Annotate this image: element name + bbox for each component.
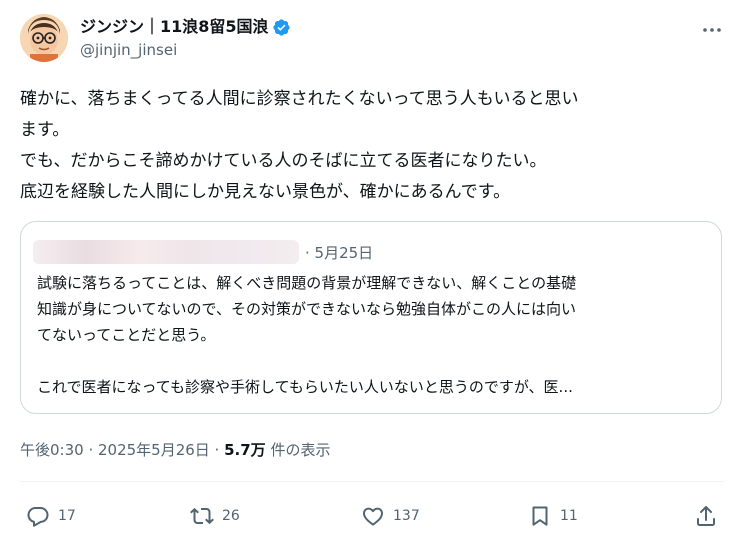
- divider: [20, 481, 724, 482]
- blurred-author: [33, 240, 299, 264]
- like-button[interactable]: 137: [361, 500, 420, 532]
- quoted-post-text: 試験に落ちるってことは、解くべき問題の背景が理解できない、解くことの基礎 知識が…: [37, 270, 713, 400]
- repost-count: 26: [222, 508, 240, 524]
- post-line: 確かに、落ちまくってる人間に診察されたくないって思う人もいると思い: [20, 89, 579, 109]
- reply-button[interactable]: 17: [26, 500, 76, 532]
- post-timestamp[interactable]: 午後0:30 · 2025年5月26日 ·: [20, 441, 224, 459]
- post-line: 底辺を経験した人間にしか見えない景色が、確かにあるんです。: [20, 182, 511, 202]
- post-header: ジンジン｜11浪8留5国浪 @jinjin_jinsei: [20, 12, 724, 68]
- bookmark-count: 11: [560, 508, 578, 524]
- avatar[interactable]: [20, 14, 68, 62]
- author-info: ジンジン｜11浪8留5国浪 @jinjin_jinsei: [80, 16, 291, 60]
- quoted-line: [37, 348, 713, 374]
- like-count: 137: [393, 508, 420, 524]
- quoted-line: てないってことだと思う。: [37, 326, 216, 344]
- post-text: 確かに、落ちまくってる人間に診察されたくないって思う人もいると思い ます。 でも…: [20, 84, 724, 208]
- views-label: 件の表示: [265, 441, 331, 459]
- author-handle[interactable]: @jinjin_jinsei: [80, 40, 291, 60]
- action-bar: 17 26 137 11: [20, 500, 724, 532]
- display-name[interactable]: ジンジン｜11浪8留5国浪: [80, 16, 269, 38]
- quoted-post[interactable]: · 5月25日 試験に落ちるってことは、解くべき問題の背景が理解できない、解くこ…: [20, 221, 722, 414]
- post-line: でも、だからこそ諦めかけている人のそばに立てる医者になりたい。: [20, 151, 547, 171]
- post-metadata: 午後0:30 · 2025年5月26日 · 5.7万 件の表示: [20, 439, 330, 460]
- like-icon: [363, 507, 383, 526]
- bookmark-icon: [532, 506, 548, 526]
- share-icon: [697, 506, 715, 526]
- bookmark-button[interactable]: 11: [528, 500, 578, 532]
- verified-badge-icon[interactable]: [272, 18, 291, 37]
- quoted-line: 試験に落ちるってことは、解くべき問題の背景が理解できない、解くことの基礎: [37, 274, 577, 292]
- post-line: ます。: [20, 120, 70, 140]
- share-button[interactable]: [694, 500, 718, 532]
- views-count: 5.7万: [224, 441, 266, 459]
- quoted-line: これで医者になっても診察や手術してもらいたい人いないと思うのですが、医...: [37, 378, 573, 396]
- repost-button[interactable]: 26: [190, 500, 240, 532]
- quoted-line: 知識が身についてないので、その対策ができないなら勉強自体がこの人には向い: [37, 300, 576, 318]
- more-icon[interactable]: [700, 18, 724, 42]
- reply-count: 17: [58, 508, 76, 524]
- reply-icon: [27, 507, 49, 527]
- quoted-post-date: · 5月25日: [305, 244, 374, 262]
- repost-icon: [190, 507, 214, 525]
